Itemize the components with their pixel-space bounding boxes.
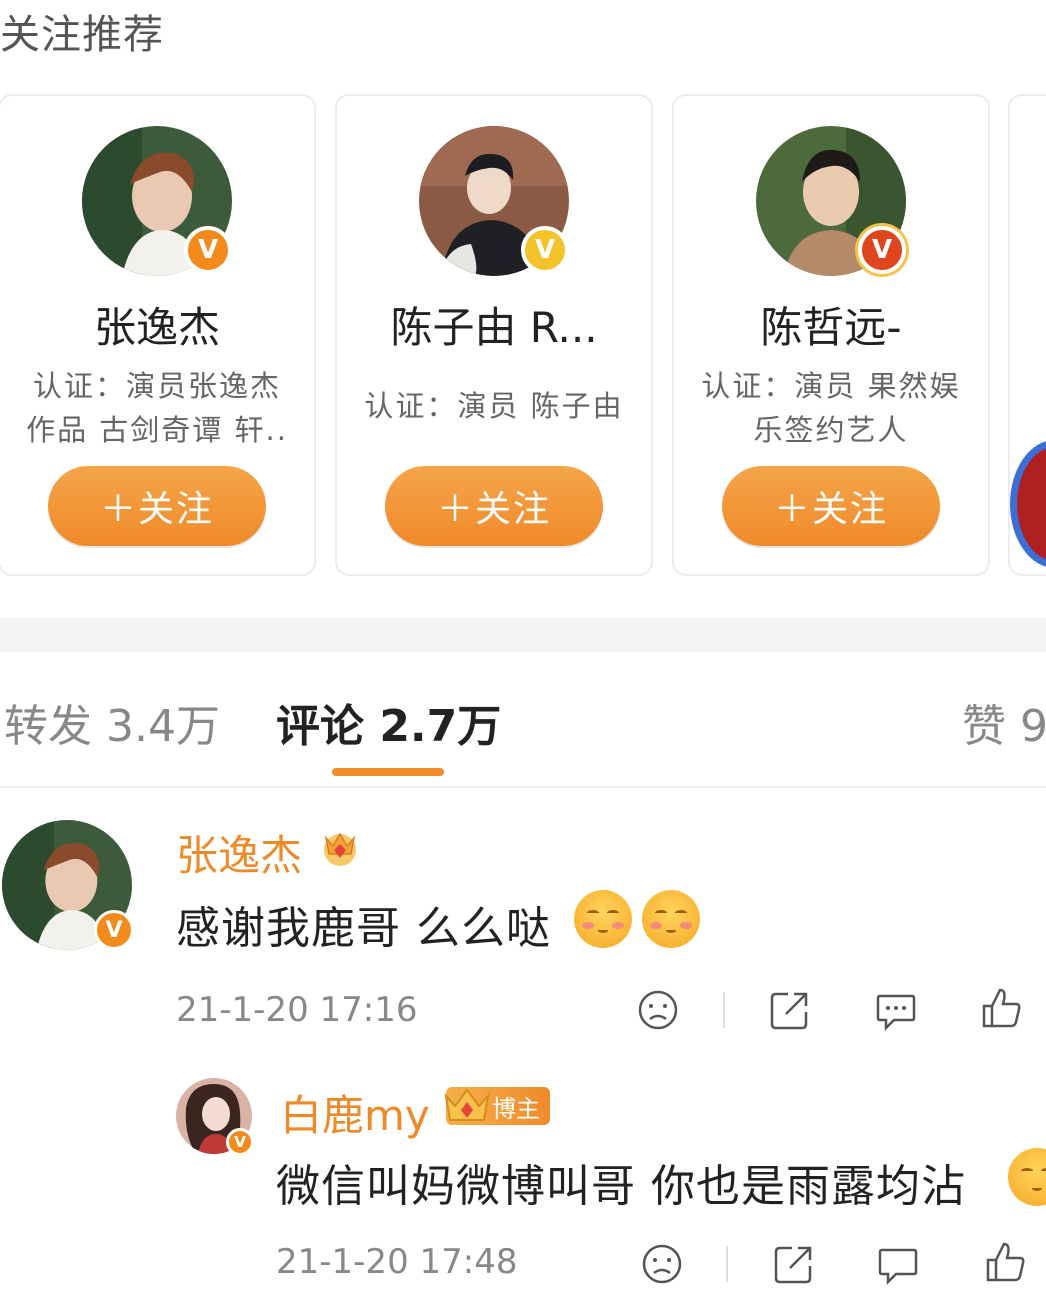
laughing-emoji-icon xyxy=(1008,1148,1046,1206)
comment-icon[interactable] xyxy=(874,988,918,1032)
comment-username[interactable]: 张逸杰 xyxy=(176,822,302,883)
comment-text: 微信叫妈微博叫哥 你也是雨露均沾 xyxy=(276,1161,966,1212)
comment-icon[interactable] xyxy=(876,1242,920,1286)
share-icon[interactable] xyxy=(768,988,812,1032)
card-name[interactable]: 张逸杰 xyxy=(0,294,314,355)
feed-tabs: 转发 3.4万 评论 2.7万 赞 9 xyxy=(0,690,1046,760)
follow-button[interactable]: ＋关注 xyxy=(48,466,266,546)
card-name[interactable]: 陈哲远- xyxy=(674,294,988,355)
sad-face-icon[interactable] xyxy=(636,988,680,1032)
card-desc-line: 认证：演员 陈子由 xyxy=(364,389,624,423)
tab-comment[interactable]: 评论 2.7万 xyxy=(276,690,501,754)
verified-badge-icon: V xyxy=(94,910,134,950)
divider xyxy=(0,786,1046,788)
tab-repost[interactable]: 转发 3.4万 xyxy=(4,690,220,754)
shy-face-emoji-icon xyxy=(642,890,700,948)
comment-text: 感谢我鹿哥 么么哒 xyxy=(176,903,551,954)
verified-badge-icon: V xyxy=(521,226,569,274)
card-desc: 认证：演员张逸杰 作品 古剑奇谭 轩.. xyxy=(22,364,292,452)
card-desc-line: 乐签约艺人 xyxy=(753,413,909,447)
card-desc-line: 作品 古剑奇谭 轩.. xyxy=(26,413,288,447)
share-icon[interactable] xyxy=(772,1242,816,1286)
tab-like[interactable]: 赞 9 xyxy=(962,690,1046,754)
comment-timestamp: 21-1-20 17:16 xyxy=(176,990,418,1030)
sad-face-icon[interactable] xyxy=(640,1242,684,1286)
divider xyxy=(723,992,725,1028)
comment-username[interactable]: 白鹿my xyxy=(280,1082,430,1143)
verified-badge-icon: V xyxy=(184,226,232,274)
follow-button[interactable]: ＋关注 xyxy=(385,466,603,546)
verified-badge-icon: V xyxy=(858,226,906,274)
card-desc: 认证：演员 果然娱 乐签约艺人 xyxy=(696,364,966,452)
like-icon[interactable] xyxy=(980,986,1024,1030)
card-name[interactable]: 陈子由 R... xyxy=(337,294,651,355)
recommend-card[interactable]: V 陈哲远- 认证：演员 果然娱 乐签约艺人 ＋关注 xyxy=(672,94,990,576)
follow-button[interactable]: ＋关注 xyxy=(722,466,940,546)
like-icon[interactable] xyxy=(984,1240,1028,1284)
crown-icon xyxy=(324,832,356,866)
recommend-card[interactable]: V 张逸杰 认证：演员张逸杰 作品 古剑奇谭 轩.. ＋关注 xyxy=(0,94,316,576)
shy-face-emoji-icon xyxy=(574,890,632,948)
card-desc: 认证：演员 陈子由 xyxy=(359,384,629,428)
host-badge-label: 博主 xyxy=(492,1094,540,1123)
recommend-card-row: V 张逸杰 认证：演员张逸杰 作品 古剑奇谭 轩.. ＋关注 V 陈子由 R..… xyxy=(0,94,1046,576)
verified-badge-icon: V xyxy=(226,1128,254,1156)
recommend-card[interactable]: V 陈子由 R... 认证：演员 陈子由 ＋关注 xyxy=(335,94,653,576)
comment-timestamp: 21-1-20 17:48 xyxy=(276,1242,518,1282)
card-desc-line: 认证：演员张逸杰 xyxy=(32,369,281,403)
section-divider xyxy=(0,618,1046,652)
active-tab-indicator xyxy=(332,768,444,776)
divider xyxy=(726,1246,728,1282)
card-desc-line: 认证：演员 果然娱 xyxy=(701,369,961,403)
crown-icon xyxy=(444,1088,490,1121)
recommend-section-title: 关注推荐 xyxy=(0,12,164,58)
